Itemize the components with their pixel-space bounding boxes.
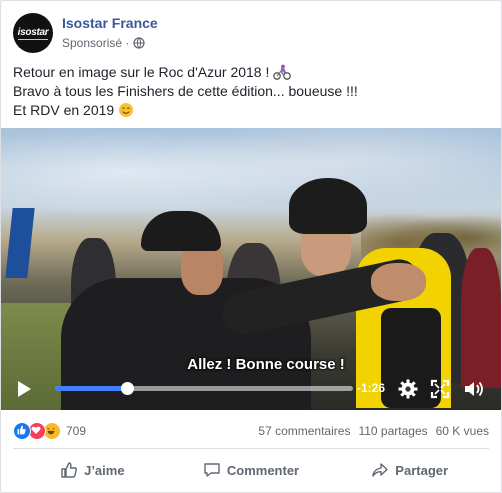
actions-divider	[13, 448, 489, 449]
page-name-link[interactable]: Isostar France	[62, 15, 158, 31]
like-button[interactable]: J’aime	[13, 453, 172, 487]
like-reaction-icon	[13, 422, 31, 440]
avatar-logo-text: isostar	[17, 26, 49, 40]
time-remaining: -1:26	[357, 381, 386, 395]
comment-label: Commenter	[226, 462, 300, 478]
avatar[interactable]: isostar	[13, 13, 53, 53]
post-card: isostar Isostar France Sponsorisé · Reto…	[0, 0, 502, 493]
fullscreen-icon[interactable]	[429, 378, 451, 400]
video-background-rider	[461, 248, 501, 388]
cyclist-emoji	[273, 64, 292, 80]
sponsored-label[interactable]: Sponsorisé ·	[62, 36, 129, 50]
video-controls: Allez ! Bonne course ! -1:26	[1, 356, 501, 410]
post-meta: Sponsorisé ·	[62, 36, 145, 50]
post-line-2: Bravo à tous les Finishers de cette édit…	[13, 83, 358, 99]
volume-icon[interactable]	[462, 378, 484, 400]
video-player[interactable]: Allez ! Bonne course ! -1:26	[1, 128, 501, 410]
like-label: J’aime	[84, 462, 125, 478]
progress-fill	[55, 386, 127, 391]
progress-handle[interactable]	[120, 382, 134, 395]
like-icon	[61, 462, 78, 478]
video-rider-helmet	[289, 178, 367, 234]
comment-button[interactable]: Commenter	[172, 453, 331, 487]
reaction-count[interactable]: 709	[66, 424, 86, 438]
views-count: 60 K vues	[435, 424, 489, 438]
smile-emoji	[119, 103, 134, 117]
video-man-hand	[371, 263, 426, 301]
post-stats: 709 57 commentaires 110 partages 60 K vu…	[13, 420, 489, 444]
globe-icon[interactable]	[133, 37, 145, 49]
share-label: Partager	[395, 462, 449, 478]
share-button[interactable]: Partager	[330, 453, 489, 487]
reactions-summary[interactable]: 709	[13, 422, 86, 440]
post-line-3: Et RDV en 2019	[13, 101, 489, 120]
engagement-counts: 57 commentaires 110 partages 60 K vues	[258, 424, 489, 438]
action-bar: J’aime Commenter Partager	[13, 453, 489, 487]
play-icon[interactable]	[18, 381, 31, 397]
comment-icon	[204, 463, 220, 477]
video-subtitle: Allez ! Bonne course !	[187, 356, 345, 373]
share-icon	[372, 463, 388, 477]
post-message: Retour en image sur le Roc d'Azur 2018 !…	[13, 63, 489, 120]
shares-count[interactable]: 110 partages	[358, 424, 427, 438]
progress-bar[interactable]	[55, 382, 353, 395]
settings-icon[interactable]	[397, 378, 419, 400]
comments-count[interactable]: 57 commentaires	[258, 424, 350, 438]
post-line-1: Retour en image sur le Roc d'Azur 2018 !	[13, 63, 489, 82]
